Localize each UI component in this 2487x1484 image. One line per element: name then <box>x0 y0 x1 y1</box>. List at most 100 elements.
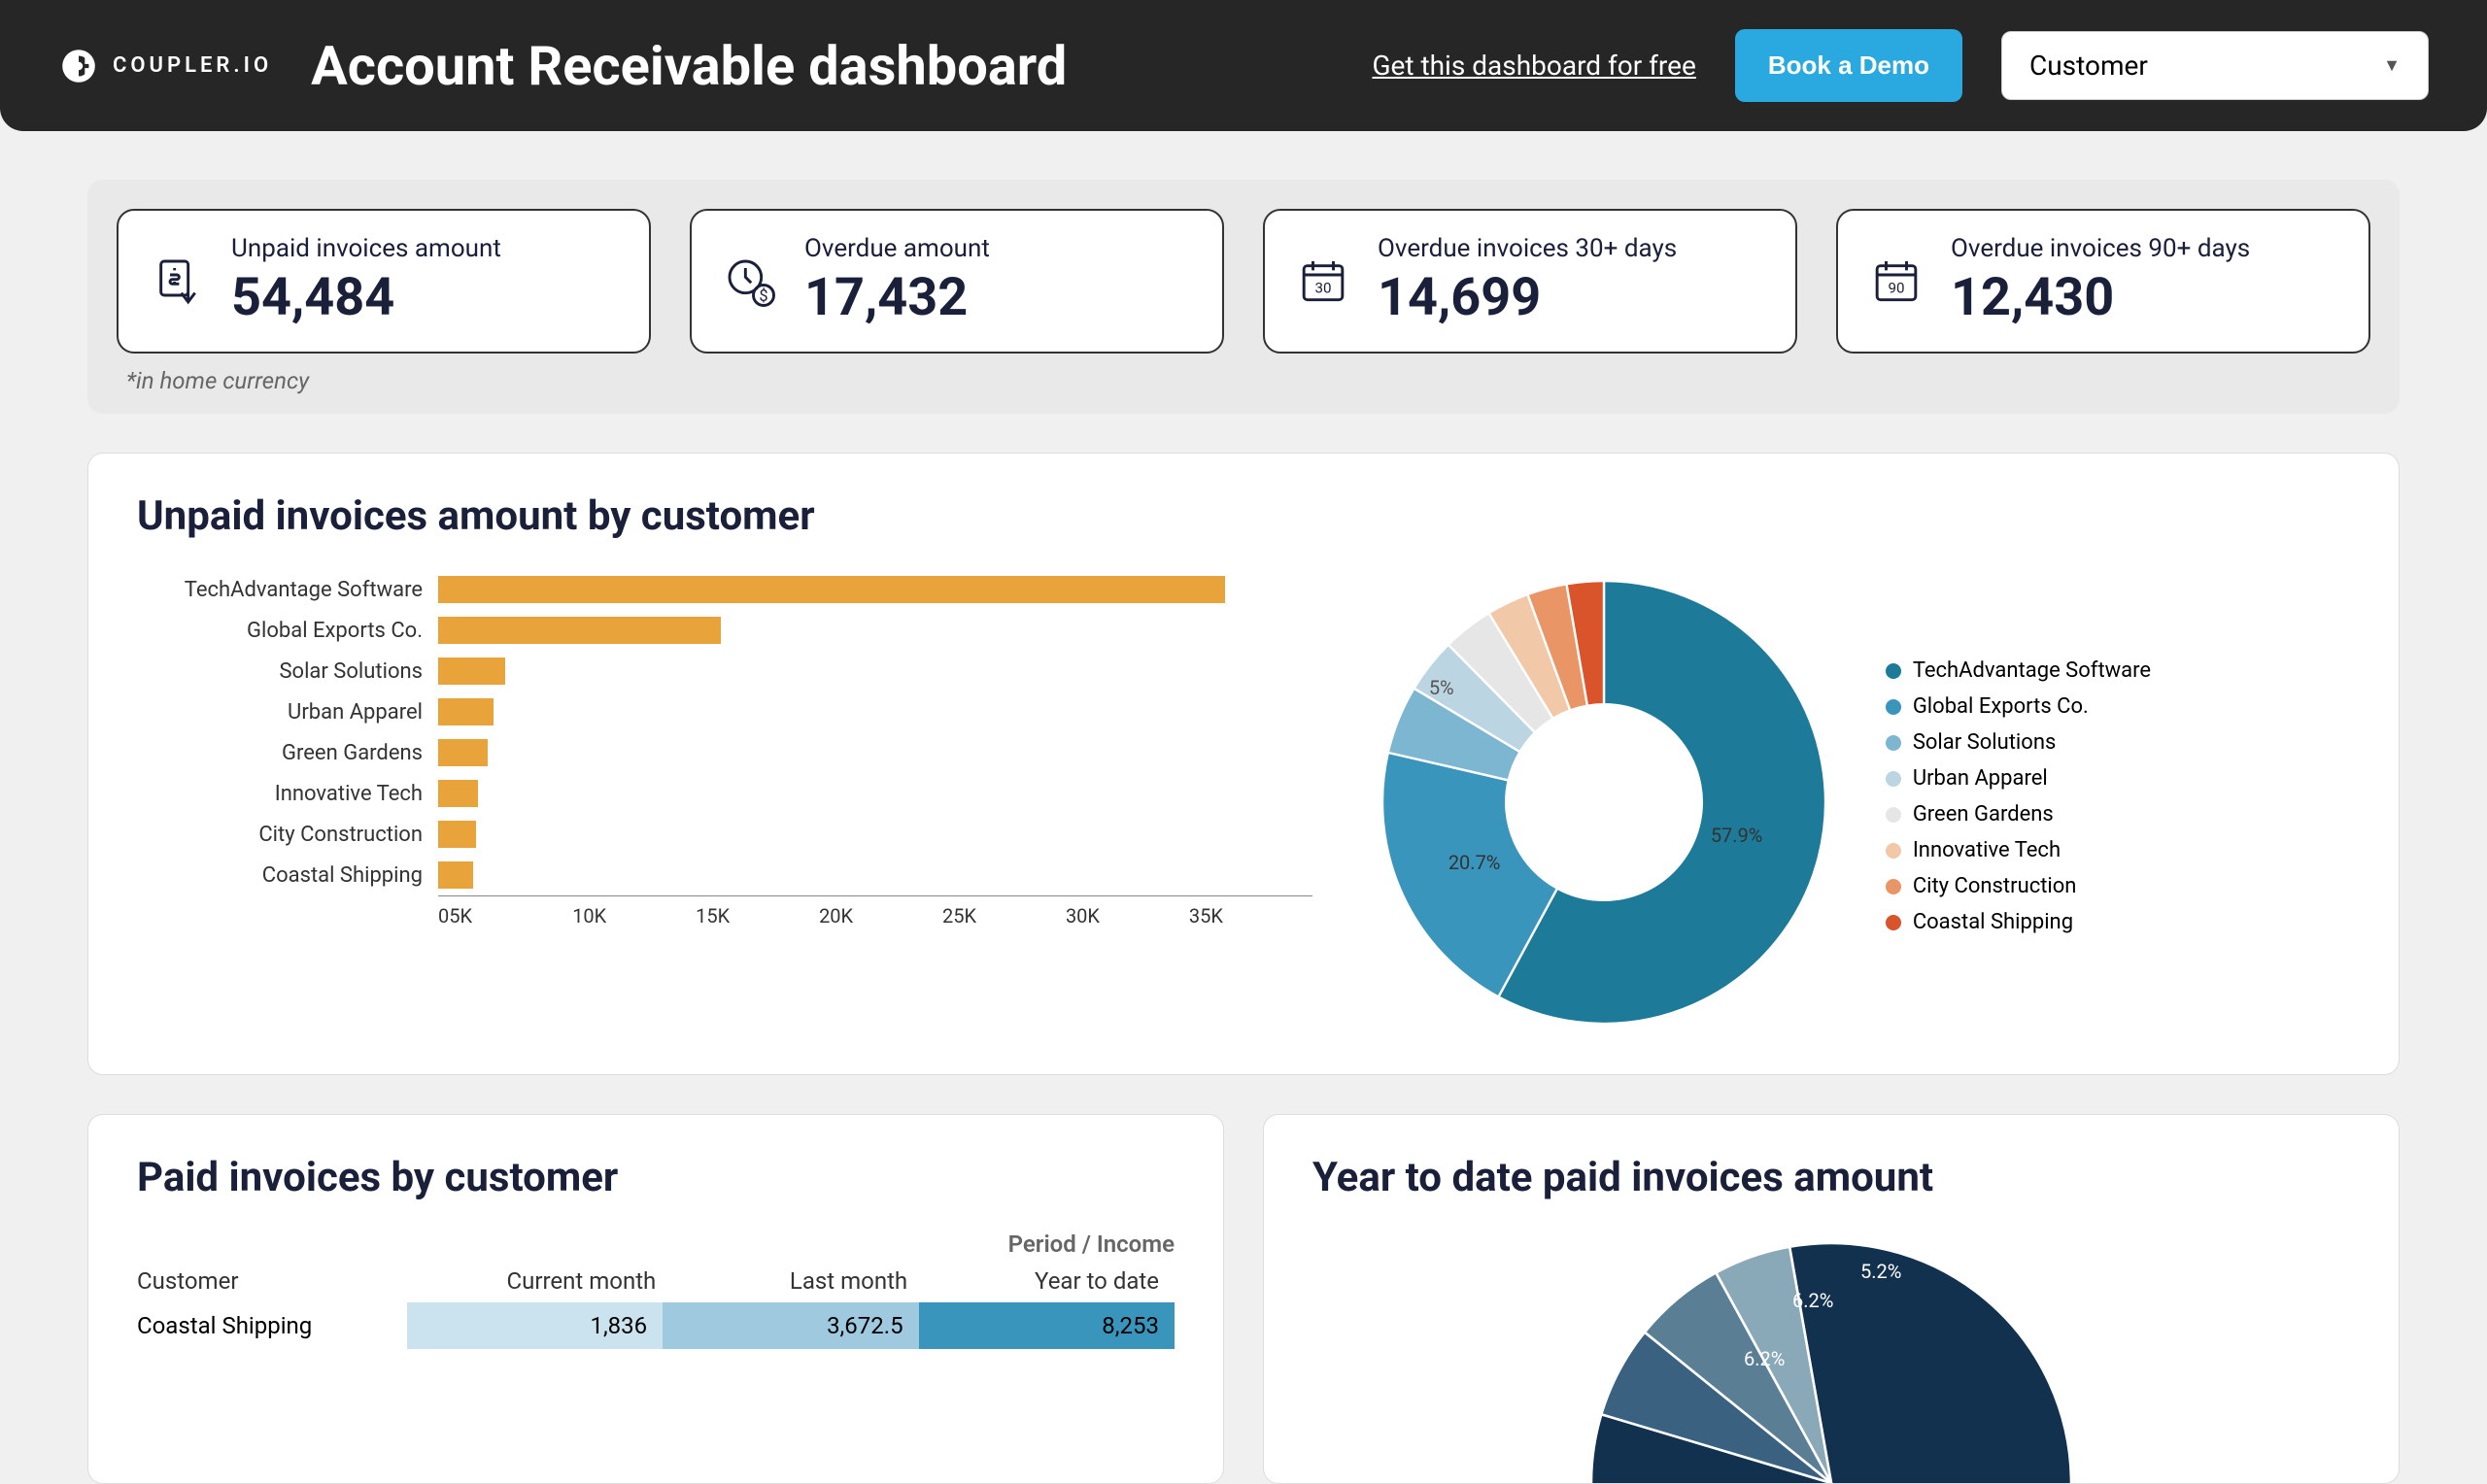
x-axis-tick: 15K <box>696 896 819 928</box>
kpi-footnote: *in home currency <box>117 367 2370 394</box>
bar-category-label: Global Exports Co. <box>137 619 438 643</box>
kpi-value: 17,432 <box>804 267 990 328</box>
col-current-month: Current month <box>420 1267 671 1295</box>
legend-item: Urban Apparel <box>1886 766 2151 791</box>
legend-dot-icon <box>1886 663 1901 679</box>
legend-item: Coastal Shipping <box>1886 910 2151 934</box>
x-axis-tick: 20K <box>819 896 942 928</box>
legend-dot-icon <box>1886 879 1901 894</box>
bar-category-label: Coastal Shipping <box>137 863 438 888</box>
bar-row: Urban Apparel <box>137 691 1312 732</box>
legend-dot-icon <box>1886 843 1901 859</box>
kpi-value: 54,484 <box>231 267 501 328</box>
panel-title: Year to date paid invoices amount <box>1312 1154 2350 1201</box>
bar-row: City Construction <box>137 814 1312 855</box>
kpi-overdue-90: 90 Overdue invoices 90+ days 12,430 <box>1836 209 2370 354</box>
kpi-overdue-amount: $ Overdue amount 17,432 <box>690 209 1224 354</box>
kpi-value: 14,699 <box>1378 267 1677 328</box>
col-year-to-date: Year to date <box>923 1267 1175 1295</box>
table-row: Coastal Shipping 1,836 3,672.5 8,253 <box>137 1302 1175 1349</box>
bar-category-label: Green Gardens <box>137 741 438 765</box>
table-meta-header: Period / Income <box>137 1231 1175 1267</box>
cell-customer: Coastal Shipping <box>137 1302 407 1349</box>
bar-category-label: Innovative Tech <box>137 782 438 806</box>
legend-label: City Construction <box>1913 874 2077 898</box>
cell-last-month: 3,672.5 <box>663 1302 918 1349</box>
donut-slice-label: 5% <box>1429 676 1454 699</box>
bar-fill <box>438 780 478 807</box>
panel-title: Unpaid invoices amount by customer <box>137 492 2350 540</box>
calendar-30-icon: 30 <box>1296 254 1350 309</box>
customer-dropdown[interactable]: Customer ▼ <box>2001 31 2429 100</box>
legend-dot-icon <box>1886 699 1901 715</box>
legend-item: Green Gardens <box>1886 802 2151 826</box>
legend-label: TechAdvantage Software <box>1913 658 2151 683</box>
panel-title: Paid invoices by customer <box>137 1154 1175 1201</box>
bar-row: Coastal Shipping <box>137 855 1312 895</box>
customer-dropdown-label: Customer <box>2029 50 2148 82</box>
pie-slice-label: 6.2% <box>1792 1289 1833 1312</box>
legend-label: Coastal Shipping <box>1913 910 2073 934</box>
legend-label: Green Gardens <box>1913 802 2054 826</box>
chevron-down-icon: ▼ <box>2383 55 2401 76</box>
legend-item: Innovative Tech <box>1886 838 2151 862</box>
pie-slice-label: 6.2% <box>1744 1347 1785 1370</box>
ytd-paid-panel: Year to date paid invoices amount 5.2% 6… <box>1263 1114 2400 1484</box>
coupler-logo-icon <box>58 46 99 86</box>
bar-fill <box>438 658 505 685</box>
bar-category-label: Solar Solutions <box>137 659 438 684</box>
legend-dot-icon <box>1886 771 1901 787</box>
legend-item: City Construction <box>1886 874 2151 898</box>
bar-row: TechAdvantage Software <box>137 569 1312 610</box>
donut-legend: TechAdvantage Software Global Exports Co.… <box>1886 658 2151 946</box>
legend-label: Solar Solutions <box>1913 730 2057 755</box>
bar-row: Global Exports Co. <box>137 610 1312 651</box>
get-dashboard-link[interactable]: Get this dashboard for free <box>1372 50 1695 82</box>
legend-dot-icon <box>1886 807 1901 823</box>
svg-text:90: 90 <box>1888 279 1904 296</box>
bar-fill <box>438 617 721 644</box>
app-header: COUPLER.IO Account Receivable dashboard … <box>0 0 2487 131</box>
pie-slice-label: 5.2% <box>1860 1260 1901 1283</box>
bar-fill <box>438 576 1225 603</box>
x-axis-tick: 10K <box>572 896 696 928</box>
unpaid-by-customer-panel: Unpaid invoices amount by customer TechA… <box>87 453 2400 1075</box>
col-customer: Customer <box>137 1267 420 1295</box>
legend-item: Solar Solutions <box>1886 730 2151 755</box>
kpi-overdue-30: 30 Overdue invoices 30+ days 14,699 <box>1263 209 1797 354</box>
x-axis-tick: 25K <box>942 896 1066 928</box>
bar-row: Solar Solutions <box>137 651 1312 691</box>
unpaid-donut-chart: 57.9% 20.7% 5% <box>1371 569 1837 1035</box>
invoice-dollar-icon <box>150 254 204 309</box>
legend-dot-icon <box>1886 915 1901 930</box>
x-axis-tick: 35K <box>1189 896 1312 928</box>
bar-fill <box>438 861 473 889</box>
kpi-value: 12,430 <box>1951 267 2250 328</box>
ytd-pie-chart: 5.2% 6.2% 6.2% <box>1579 1231 2084 1483</box>
bar-category-label: City Construction <box>137 823 438 847</box>
kpi-unpaid-invoices: Unpaid invoices amount 54,484 <box>117 209 651 354</box>
calendar-90-icon: 90 <box>1869 254 1924 309</box>
brand-logo: COUPLER.IO <box>58 46 272 86</box>
table-header-row: Customer Current month Last month Year t… <box>137 1267 1175 1302</box>
svg-text:$: $ <box>759 286 767 304</box>
bar-fill <box>438 821 476 848</box>
legend-label: Global Exports Co. <box>1913 694 2089 719</box>
page-title: Account Receivable dashboard <box>311 34 1333 98</box>
x-axis-tick: 0 <box>438 896 449 928</box>
legend-dot-icon <box>1886 735 1901 751</box>
cell-current-month: 1,836 <box>407 1302 663 1349</box>
paid-by-customer-panel: Paid invoices by customer Period / Incom… <box>87 1114 1224 1484</box>
donut-slice-label: 57.9% <box>1711 824 1763 847</box>
legend-label: Innovative Tech <box>1913 838 2061 862</box>
col-last-month: Last month <box>671 1267 923 1295</box>
bar-fill <box>438 698 494 725</box>
bar-row: Innovative Tech <box>137 773 1312 814</box>
book-demo-button[interactable]: Book a Demo <box>1735 29 1962 102</box>
bar-category-label: TechAdvantage Software <box>137 578 438 602</box>
bar-fill <box>438 739 488 766</box>
clock-dollar-icon: $ <box>723 254 777 309</box>
kpi-section: Unpaid invoices amount 54,484 $ Overdue … <box>87 180 2400 414</box>
kpi-label: Overdue amount <box>804 234 990 263</box>
brand-name: COUPLER.IO <box>113 53 272 78</box>
